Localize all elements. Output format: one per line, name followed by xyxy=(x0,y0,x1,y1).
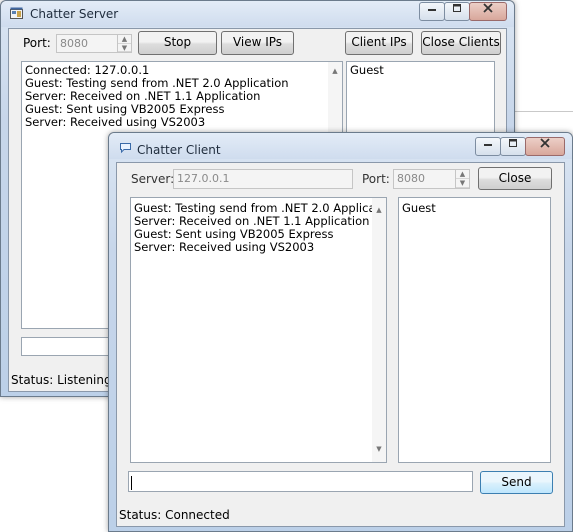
close-icon[interactable] xyxy=(525,137,565,156)
minimize-icon[interactable] xyxy=(475,137,501,156)
server-titlebar[interactable]: Chatter Server xyxy=(1,1,514,27)
client-message-input[interactable] xyxy=(128,471,473,492)
client-titlebar[interactable]: Chatter Client xyxy=(109,133,572,159)
server-message-input[interactable] xyxy=(21,337,121,356)
client-port-field[interactable]: 8080 ▲ ▼ xyxy=(393,169,470,189)
server-port-field[interactable]: 8080 ▲ ▼ xyxy=(56,34,132,53)
client-port-value: 8080 xyxy=(397,172,425,185)
close-icon[interactable] xyxy=(469,2,507,21)
client-server-label: Server: xyxy=(131,172,175,186)
close-clients-button[interactable]: Close Clients xyxy=(421,31,501,55)
desktop-line xyxy=(515,111,573,112)
server-port-value: 8080 xyxy=(60,37,88,50)
spin-up-icon[interactable]: ▲ xyxy=(118,35,131,44)
server-port-label: Port: xyxy=(23,36,51,50)
client-port-spinner[interactable]: ▲ ▼ xyxy=(455,170,469,188)
list-item: Server: Received using VS2003 xyxy=(134,240,315,254)
client-server-field[interactable]: 127.0.0.1 xyxy=(173,169,353,189)
scroll-up-icon[interactable]: ▲ xyxy=(328,65,342,78)
scroll-up-icon[interactable]: ▲ xyxy=(372,204,386,217)
client-ips-button[interactable]: Client IPs xyxy=(345,31,413,55)
client-server-value: 127.0.0.1 xyxy=(177,172,230,185)
maximize-icon[interactable] xyxy=(444,2,470,21)
list-item: Server: Received using VS2003 xyxy=(25,115,206,129)
spin-down-icon[interactable]: ▼ xyxy=(118,44,131,52)
client-port-label: Port: xyxy=(362,172,390,186)
client-log-scrollbar[interactable]: ▲ ▼ xyxy=(372,198,386,462)
send-button[interactable]: Send xyxy=(480,471,553,494)
client-window-title: Chatter Client xyxy=(137,143,221,157)
client-log-list[interactable]: Guest: Testing send from .NET 2.0 Applic… xyxy=(130,197,387,463)
minimize-icon[interactable] xyxy=(419,2,445,21)
close-button[interactable]: Close xyxy=(478,167,552,190)
server-status: Status: Listening xyxy=(11,373,112,387)
stop-button[interactable]: Stop xyxy=(138,31,217,55)
server-app-icon xyxy=(10,7,23,19)
server-window-title: Chatter Server xyxy=(30,7,119,21)
client-status: Status: Connected xyxy=(119,508,230,522)
scroll-down-icon[interactable]: ▼ xyxy=(372,443,386,456)
client-window: Chatter Client Server: 127.0.0.1 Port: 8… xyxy=(108,132,573,532)
view-ips-button[interactable]: View IPs xyxy=(221,31,294,55)
text-caret xyxy=(131,476,132,490)
server-port-spinner[interactable]: ▲ ▼ xyxy=(117,35,131,52)
maximize-icon[interactable] xyxy=(500,137,526,156)
spin-down-icon[interactable]: ▼ xyxy=(456,179,469,188)
chat-bubble-icon xyxy=(120,143,131,154)
client-users-list[interactable]: Guest xyxy=(398,197,551,463)
list-item: Guest xyxy=(402,201,436,215)
spin-up-icon[interactable]: ▲ xyxy=(456,170,469,179)
list-item: Guest xyxy=(350,63,384,77)
